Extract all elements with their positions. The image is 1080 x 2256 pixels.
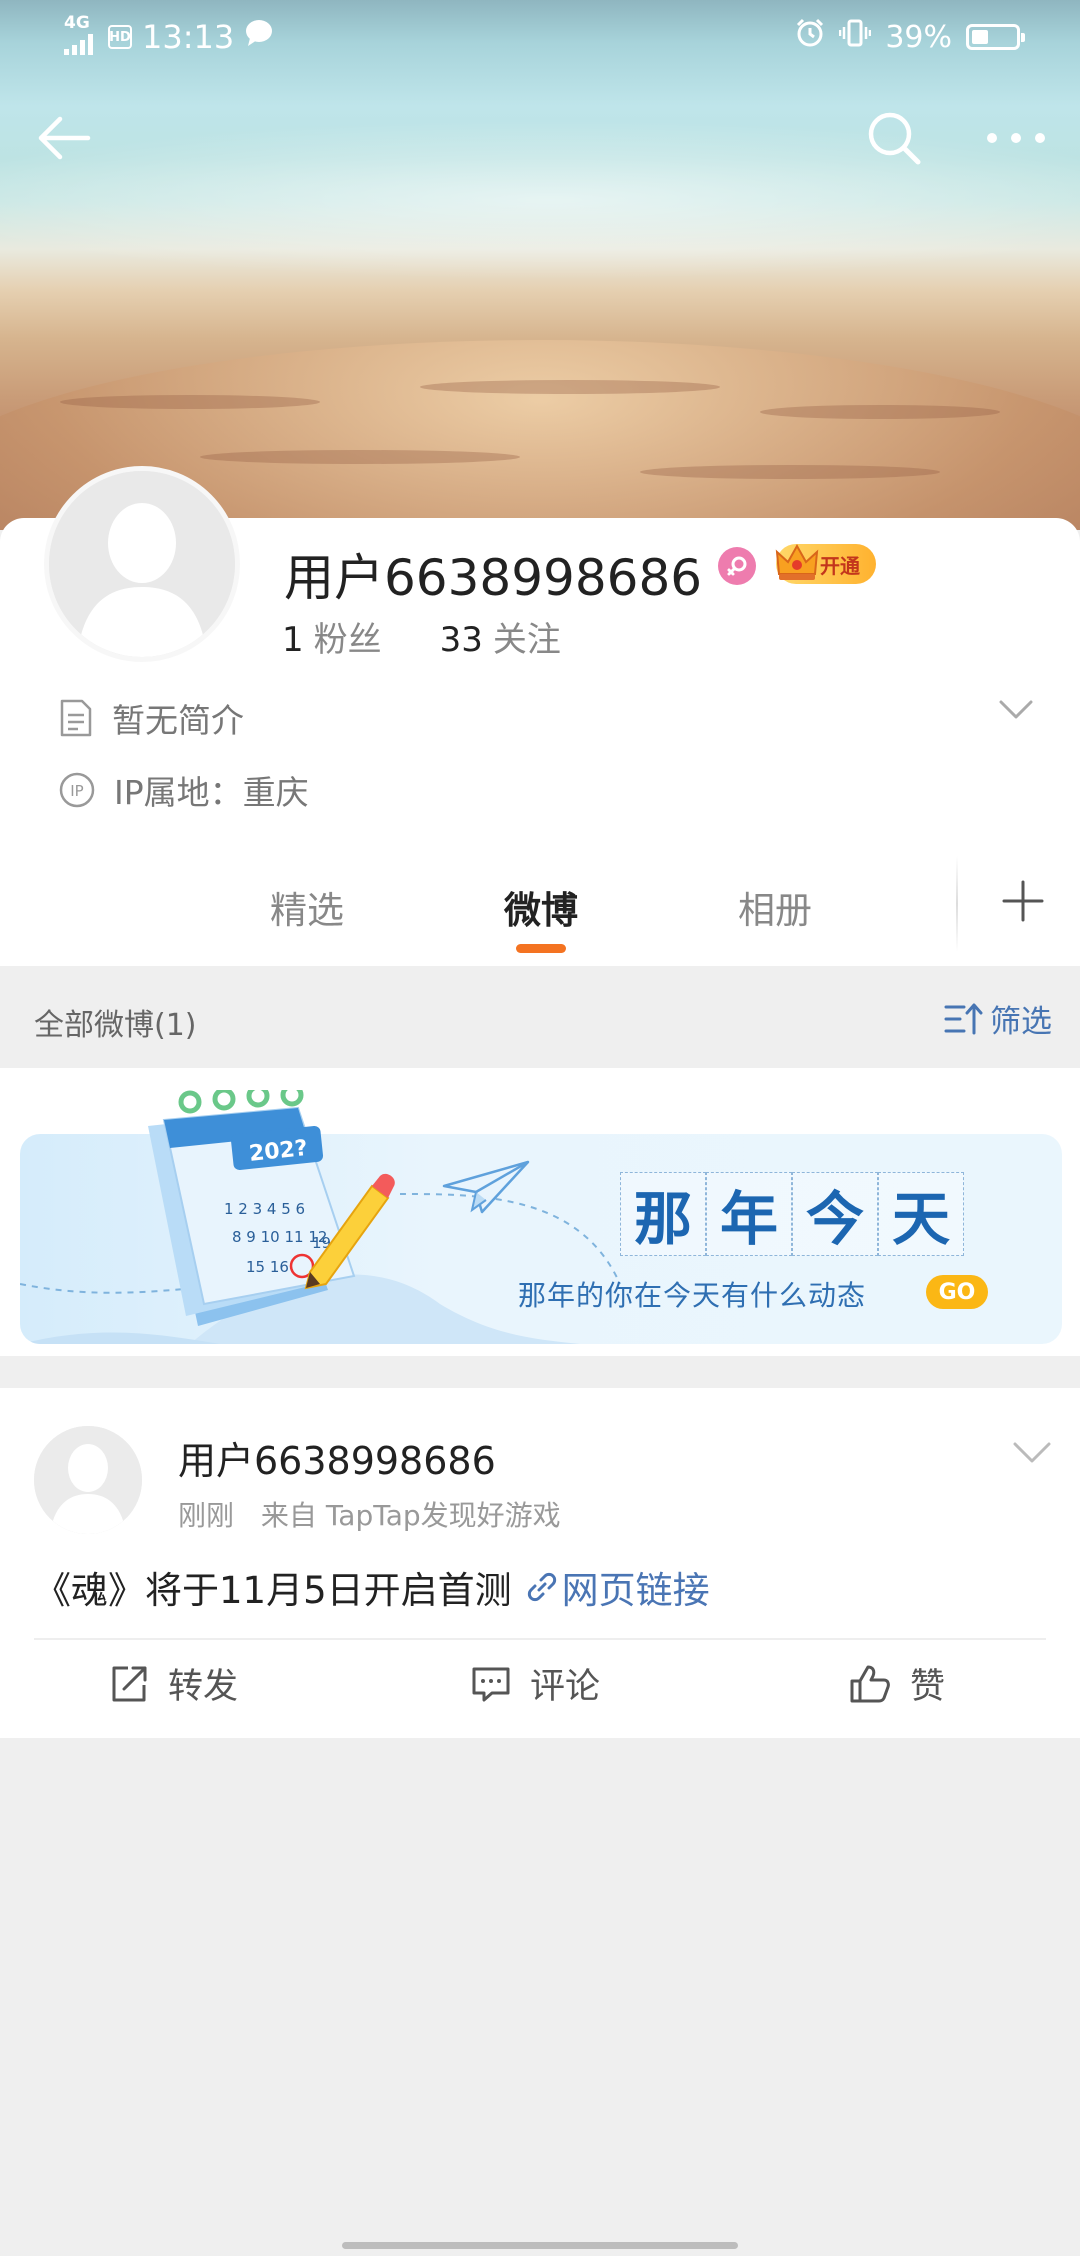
post-username[interactable]: 用户6638998686 [178, 1430, 496, 1485]
profile-cover-image[interactable] [0, 0, 1080, 530]
fans-count: 1 [282, 620, 304, 660]
ip-icon: IP [59, 772, 95, 808]
sort-filter-icon [944, 1003, 983, 1034]
expand-profile-button[interactable] [998, 698, 1034, 726]
on-this-day-title: 那 年 今 天 [620, 1172, 964, 1256]
post-text: 《魂》将于11月5日开启首测 [34, 1569, 512, 1612]
comment-button[interactable]: 评论 [470, 1658, 600, 1709]
svg-text:1 2 3 4 5 6: 1 2 3 4 5 6 [224, 1200, 305, 1218]
bio-row[interactable]: 暂无简介 [58, 694, 244, 742]
cover-sand-ripple [60, 395, 320, 409]
vibrate-icon [839, 18, 872, 56]
avatar[interactable] [44, 466, 240, 662]
post-count-label: 全部微博(1) [34, 1008, 197, 1043]
follow-stats: 1 粉丝 33 关注 [282, 612, 561, 661]
tab-divider [956, 856, 958, 952]
message-icon [244, 19, 274, 55]
weibo-post-card[interactable]: 用户6638998686 刚刚 来自 TapTap发现好游戏 《魂》将于11月5… [0, 1388, 1080, 1738]
more-icon [987, 133, 1045, 143]
chevron-down-icon [1013, 1442, 1051, 1463]
back-arrow-icon [38, 116, 91, 160]
document-icon [60, 699, 92, 737]
chevron-down-icon [999, 700, 1033, 719]
fans-label: 粉丝 [313, 620, 382, 660]
vip-open-label: 开通 [820, 553, 860, 578]
vip-open-button[interactable]: 开通 [775, 543, 876, 584]
like-button[interactable]: 赞 [848, 1658, 945, 1709]
status-time: 13:13 [142, 18, 235, 56]
calendar-illustration-icon: 202? 1 2 3 4 5 6 8 9 10 11 12 15 16 19 2… [148, 1090, 395, 1326]
back-button[interactable] [26, 100, 102, 176]
alarm-icon [795, 18, 825, 56]
more-button[interactable] [978, 100, 1054, 176]
post-source: 来自 TapTap发现好游戏 [260, 1499, 561, 1532]
tab-album[interactable]: 相册 [738, 880, 812, 934]
cover-sand-ripple [420, 380, 720, 394]
post-divider [34, 1638, 1046, 1640]
profile-username: 用户6638998686 [284, 549, 703, 607]
battery-icon [966, 24, 1025, 50]
battery-percent: 39% [885, 19, 952, 55]
post-menu-button[interactable] [1012, 1440, 1052, 1470]
cover-sand-ripple [200, 450, 520, 464]
go-button[interactable]: GO [926, 1275, 988, 1309]
ip-location-text: IP属地：重庆 [114, 773, 309, 812]
repost-icon [112, 1666, 147, 1701]
following-label: 关注 [492, 620, 561, 660]
web-link[interactable]: 网页链接 [526, 1560, 710, 1614]
banner-title-char: 今 [792, 1172, 878, 1256]
tab-weibo[interactable]: 微博 [504, 880, 578, 934]
banner-title-char: 年 [706, 1172, 792, 1256]
default-avatar-icon [34, 1426, 142, 1534]
post-content: 《魂》将于11月5日开启首测 网页链接 [34, 1560, 710, 1614]
cover-sand-ripple [760, 405, 1000, 419]
female-gender-icon [718, 547, 756, 585]
comment-label: 评论 [530, 1667, 601, 1707]
on-this-day-subtitle: 那年的你在今天有什么动态 [518, 1279, 867, 1312]
link-icon [527, 1572, 556, 1602]
fans-stat[interactable]: 1 粉丝 [282, 612, 382, 661]
post-time: 刚刚 [178, 1499, 235, 1532]
status-bar: 4G HD 13:13 39% [0, 0, 1080, 76]
post-meta: 刚刚 来自 TapTap发现好游戏 [178, 1494, 561, 1534]
top-nav [0, 100, 1080, 176]
repost-label: 转发 [168, 1667, 239, 1707]
like-label: 赞 [910, 1667, 946, 1707]
following-count: 33 [439, 620, 483, 660]
svg-text:IP: IP [70, 782, 83, 800]
tab-featured[interactable]: 精选 [270, 880, 344, 934]
profile-tabs: 精选 微博 相册 [0, 856, 1080, 966]
filter-bar: 全部微博(1) 筛选 [0, 966, 1080, 1068]
plus-icon [1002, 880, 1044, 922]
search-icon [868, 112, 921, 165]
add-tab-button[interactable] [990, 868, 1056, 934]
post-avatar[interactable] [34, 1426, 142, 1534]
hd-icon: HD [108, 25, 132, 49]
banner-title-char: 那 [620, 1172, 706, 1256]
cover-sand-ripple [640, 465, 940, 479]
crown-icon [775, 543, 819, 580]
home-indicator[interactable] [342, 2242, 738, 2249]
following-stat[interactable]: 33 关注 [440, 612, 561, 661]
paper-plane-icon [442, 1160, 530, 1214]
thumbs-up-icon [850, 1665, 890, 1702]
search-button[interactable] [856, 100, 932, 176]
ip-location-row: IP IP属地：重庆 [58, 766, 309, 814]
banner-title-char: 天 [878, 1172, 964, 1256]
bio-text: 暂无简介 [112, 701, 244, 740]
active-tab-indicator [516, 944, 566, 953]
signal-icon: 4G [62, 15, 98, 55]
web-link-label: 网页链接 [561, 1569, 710, 1612]
svg-text:15 16: 15 16 [246, 1258, 289, 1276]
filter-button[interactable]: 筛选 [944, 996, 1052, 1041]
comment-icon [472, 1667, 510, 1701]
default-avatar-icon [49, 471, 235, 657]
filter-label: 筛选 [990, 1004, 1052, 1040]
repost-button[interactable]: 转发 [108, 1658, 238, 1709]
